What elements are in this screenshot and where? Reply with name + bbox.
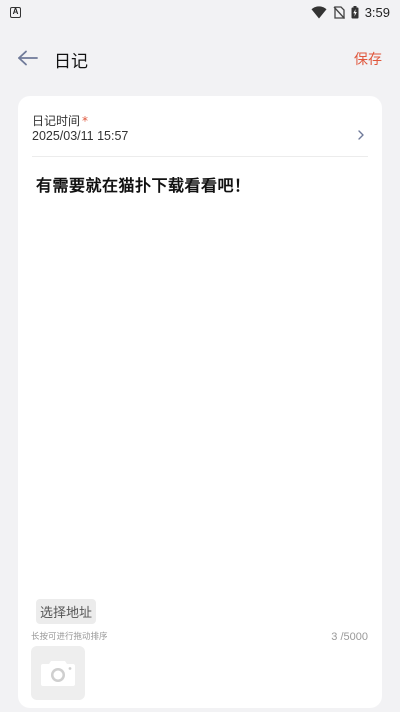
chevron-right-icon — [358, 130, 364, 140]
diary-content-input[interactable]: 有需要就在猫扑下载看看吧！ — [36, 172, 366, 196]
drag-sort-hint: 长按可进行拖动排序 — [31, 632, 108, 642]
add-photo-button[interactable] — [31, 646, 85, 700]
status-left: A — [10, 6, 21, 18]
camera-icon — [41, 661, 75, 686]
back-button[interactable] — [14, 46, 42, 70]
char-count: 3 /5000 — [331, 631, 368, 643]
no-sim-icon — [333, 5, 345, 19]
battery-icon — [351, 5, 359, 18]
diary-time-label: 日记时间 — [32, 114, 81, 128]
notification-a-icon: A — [10, 6, 21, 18]
divider — [32, 156, 368, 157]
diary-time-value: 2025/03/11 15:57 — [32, 129, 129, 143]
diary-time-picker[interactable]: 日记时间 * 2025/03/11 15:57 — [32, 110, 368, 154]
page-title: 日记 — [54, 52, 88, 72]
arrow-left-icon — [18, 50, 38, 66]
status-bar: A 3:59 — [0, 0, 400, 24]
select-address-button[interactable]: 选择地址 — [36, 599, 97, 624]
app-bar: 日记 保存 — [0, 38, 400, 78]
save-button[interactable]: 保存 — [354, 49, 382, 69]
required-mark: * — [82, 114, 89, 128]
status-time: 3:59 — [364, 4, 390, 20]
diary-card: 日记时间 * 2025/03/11 15:57 有需要就在猫扑下载看看吧！ 选择地… — [18, 96, 382, 708]
status-right: 3:59 — [311, 5, 390, 20]
wifi-icon — [311, 5, 327, 18]
